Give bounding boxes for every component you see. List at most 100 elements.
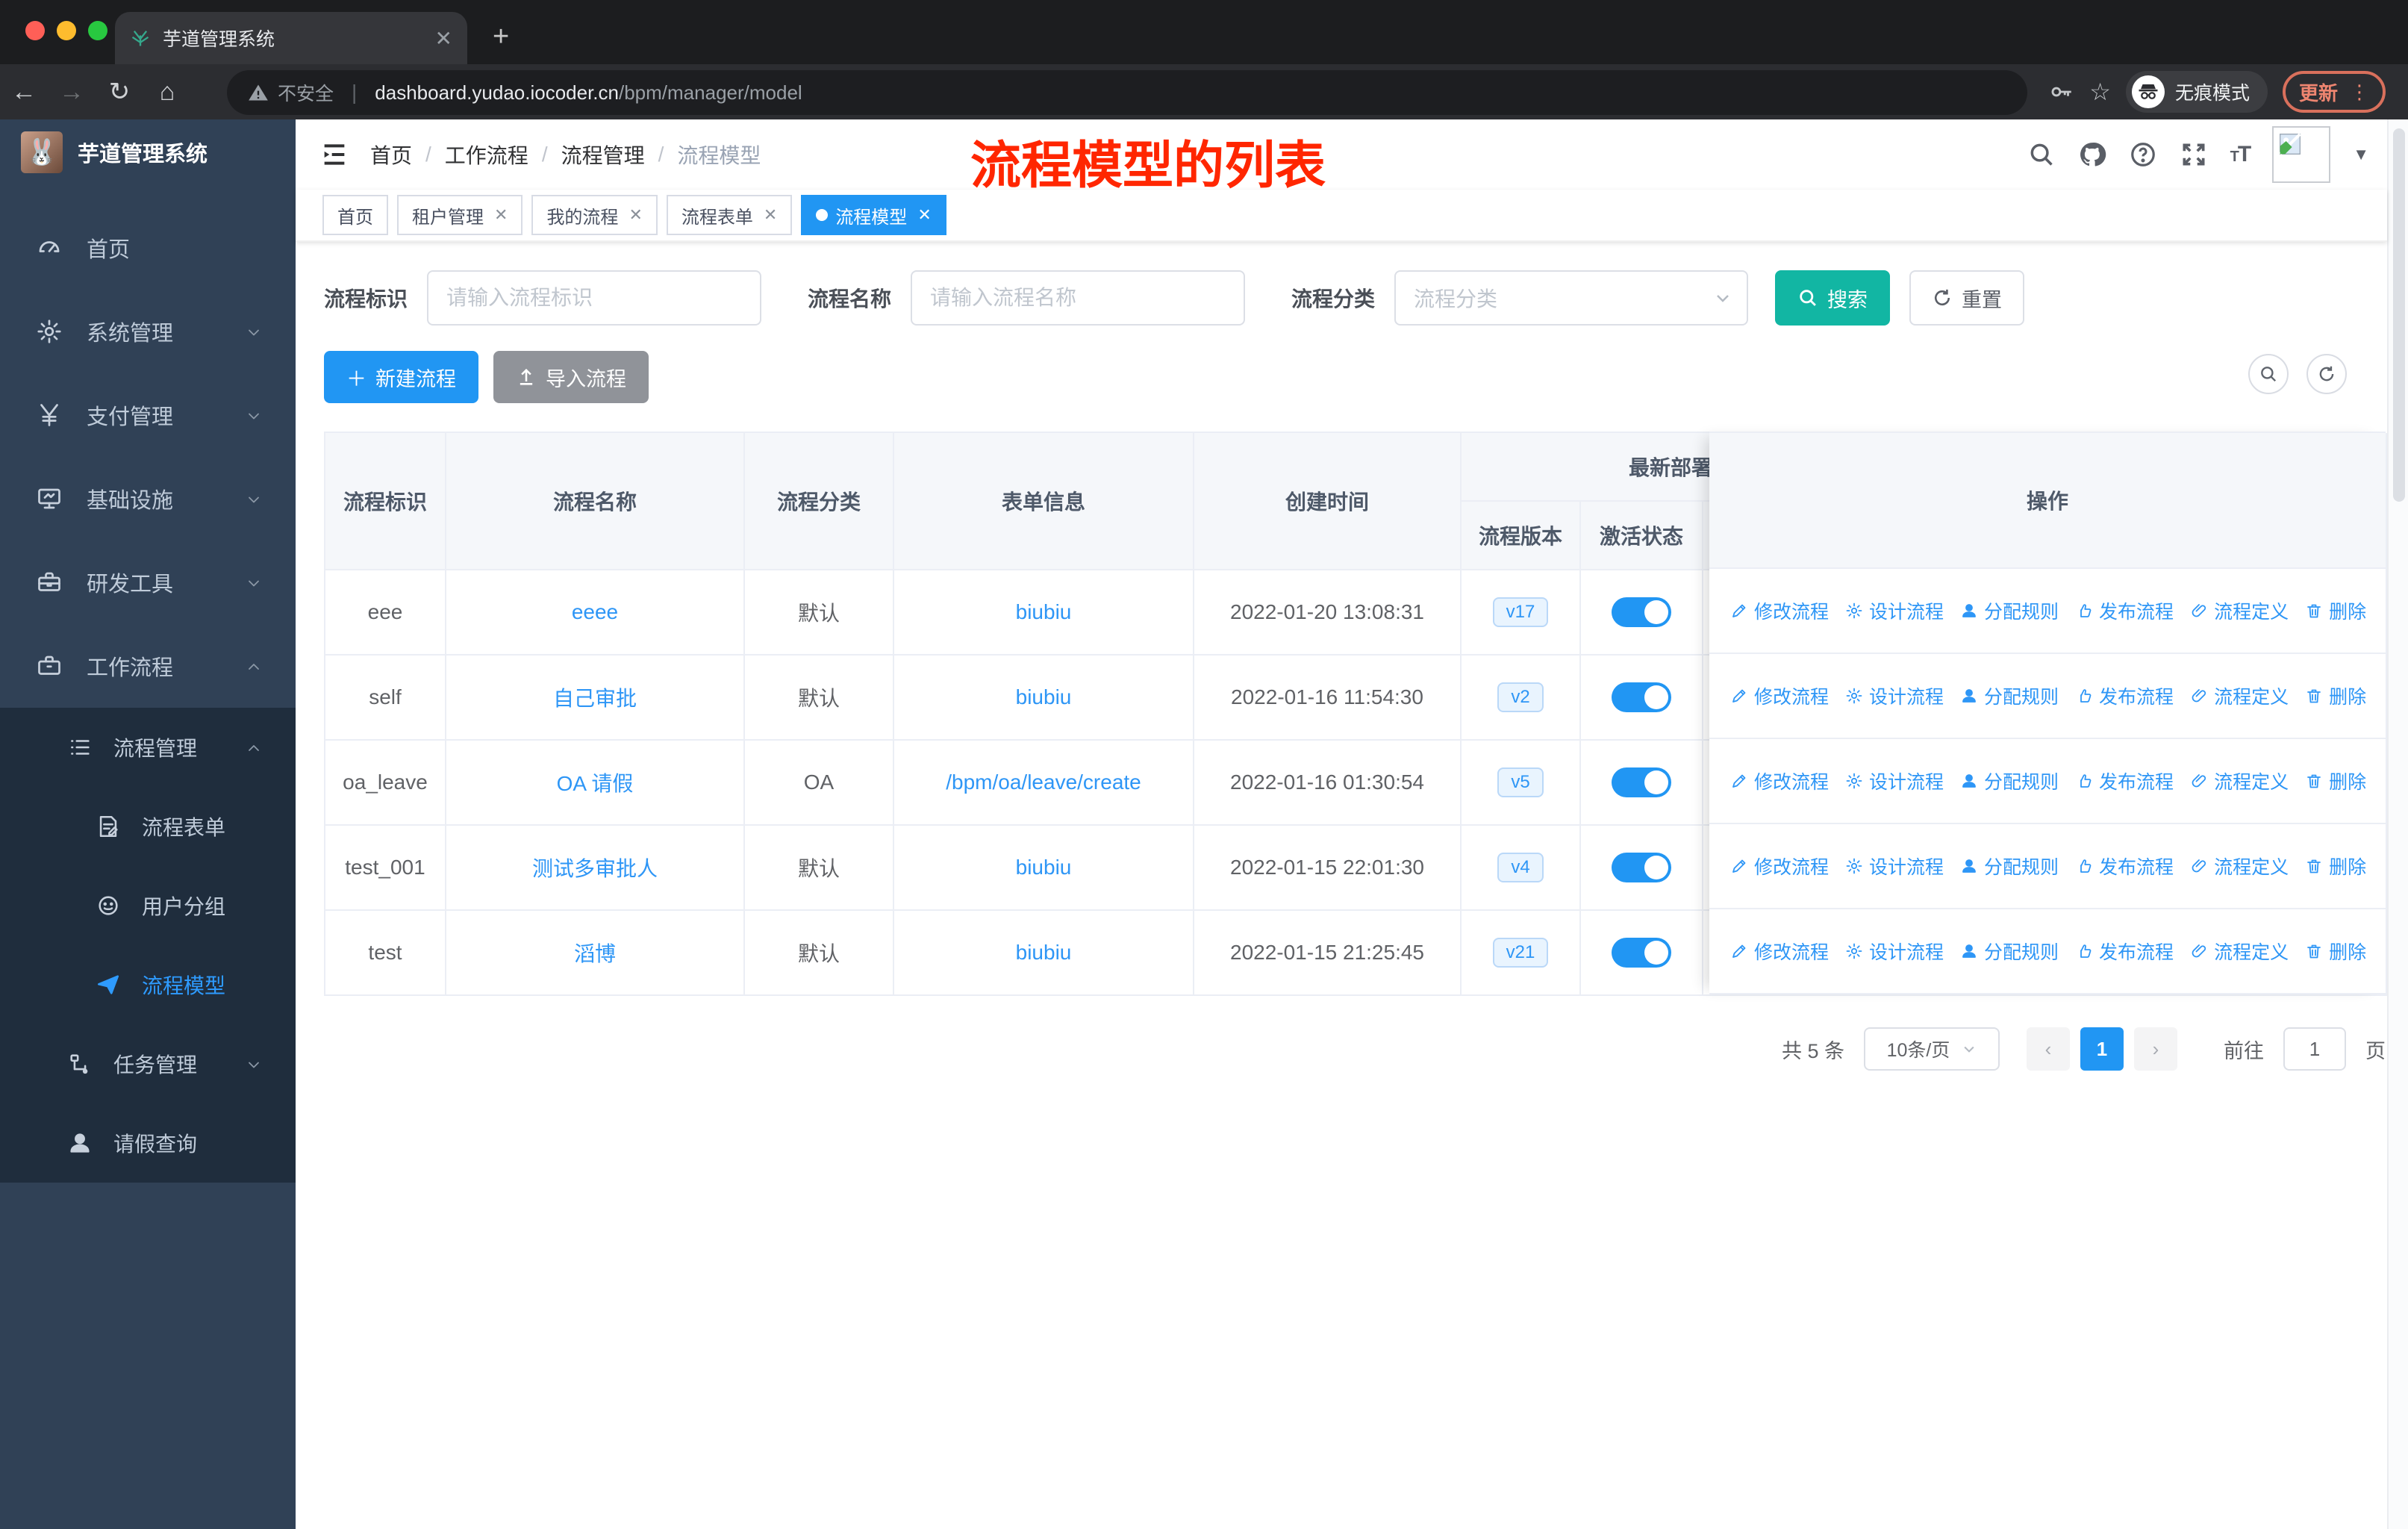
- form-info-link[interactable]: biubiu: [1016, 600, 1072, 624]
- version-badge[interactable]: v2: [1497, 682, 1544, 712]
- action-publish-link[interactable]: 发布流程: [2075, 938, 2174, 965]
- tag-close-icon[interactable]: ✕: [764, 205, 777, 225]
- filter-category-select[interactable]: 流程分类: [1394, 270, 1749, 326]
- page-scrollbar[interactable]: [2387, 119, 2408, 1529]
- tag-item[interactable]: 我的流程 ✕: [531, 195, 658, 235]
- process-name-link[interactable]: OA 请假: [557, 767, 634, 797]
- github-icon[interactable]: [2078, 140, 2106, 169]
- action-user-link[interactable]: 分配规则: [1960, 938, 2059, 965]
- action-link-link[interactable]: 流程定义: [2190, 853, 2289, 879]
- form-info-link[interactable]: biubiu: [1016, 685, 1072, 709]
- process-name-link[interactable]: 滔博: [574, 938, 616, 968]
- tag-item[interactable]: 租户管理 ✕: [397, 195, 523, 235]
- action-publish-link[interactable]: 发布流程: [2075, 853, 2174, 879]
- reload-button[interactable]: ↻: [96, 77, 143, 107]
- action-gear-link[interactable]: 设计流程: [1845, 682, 1944, 709]
- tag-item[interactable]: 首页: [322, 195, 388, 235]
- address-bar[interactable]: 不安全 | dashboard.yudao.iocoder.cn/bpm/man…: [227, 70, 2027, 115]
- action-trash-link[interactable]: 删除: [2305, 767, 2366, 794]
- maximize-window-button[interactable]: [88, 21, 107, 40]
- window-controls[interactable]: [25, 21, 107, 40]
- reset-button[interactable]: 重置: [1909, 270, 2025, 326]
- active-status-toggle[interactable]: [1612, 938, 1671, 968]
- back-button[interactable]: ←: [0, 78, 48, 107]
- sidebar-item-6[interactable]: 工作流程: [0, 624, 296, 708]
- browser-menu-icon[interactable]: ⋮: [2350, 81, 2369, 104]
- action-gear-link[interactable]: 设计流程: [1845, 767, 1944, 794]
- tag-active[interactable]: 流程模型 ✕: [801, 195, 946, 235]
- tag-item[interactable]: 流程表单 ✕: [666, 195, 793, 235]
- sidebar-item-4[interactable]: 基础设施: [0, 457, 296, 541]
- action-trash-link[interactable]: 删除: [2305, 938, 2366, 965]
- process-name-link[interactable]: 自己审批: [553, 682, 637, 712]
- sidebar-subitem-5[interactable]: 任务管理: [0, 1024, 296, 1103]
- action-link-link[interactable]: 流程定义: [2190, 938, 2289, 965]
- close-window-button[interactable]: [25, 21, 45, 40]
- show-search-button[interactable]: [2248, 354, 2289, 394]
- action-pencil-link[interactable]: 修改流程: [1730, 853, 1829, 879]
- search-button[interactable]: 搜索: [1775, 270, 1891, 326]
- active-status-toggle[interactable]: [1612, 597, 1671, 627]
- avatar[interactable]: [2272, 126, 2331, 183]
- action-pencil-link[interactable]: 修改流程: [1730, 767, 1829, 794]
- active-status-toggle[interactable]: [1612, 853, 1671, 882]
- sidebar-subitem-1[interactable]: 流程管理: [0, 708, 296, 787]
- sidebar-subitem-6[interactable]: 请假查询: [0, 1103, 296, 1183]
- import-process-button[interactable]: 导入流程: [493, 351, 649, 403]
- action-link-link[interactable]: 流程定义: [2190, 597, 2289, 624]
- action-publish-link[interactable]: 发布流程: [2075, 597, 2174, 624]
- action-pencil-link[interactable]: 修改流程: [1730, 682, 1829, 709]
- create-process-button[interactable]: ＋新建流程: [324, 351, 478, 403]
- font-size-icon[interactable]: TT: [2230, 142, 2252, 167]
- breadcrumb-item[interactable]: 首页: [370, 140, 412, 169]
- action-link-link[interactable]: 流程定义: [2190, 767, 2289, 794]
- breadcrumb-item[interactable]: 工作流程: [445, 140, 528, 169]
- action-pencil-link[interactable]: 修改流程: [1730, 597, 1829, 624]
- sidebar-item-5[interactable]: 研发工具: [0, 541, 296, 624]
- action-publish-link[interactable]: 发布流程: [2075, 767, 2174, 794]
- sidebar-subitem-3[interactable]: 用户分组: [0, 866, 296, 945]
- active-status-toggle[interactable]: [1612, 682, 1671, 712]
- action-trash-link[interactable]: 删除: [2305, 597, 2366, 624]
- form-info-link[interactable]: /bpm/oa/leave/create: [946, 770, 1141, 794]
- action-publish-link[interactable]: 发布流程: [2075, 682, 2174, 709]
- page-size-select[interactable]: 10条/页: [1864, 1027, 2000, 1071]
- form-info-link[interactable]: biubiu: [1016, 941, 1072, 965]
- forward-button[interactable]: →: [48, 78, 96, 107]
- action-gear-link[interactable]: 设计流程: [1845, 853, 1944, 879]
- fullscreen-icon[interactable]: [2180, 140, 2208, 169]
- scrollbar-thumb[interactable]: [2393, 128, 2405, 502]
- tag-close-icon[interactable]: ✕: [917, 205, 931, 225]
- action-user-link[interactable]: 分配规则: [1960, 767, 2059, 794]
- tag-close-icon[interactable]: ✕: [628, 205, 642, 225]
- tag-close-icon[interactable]: ✕: [494, 205, 508, 225]
- help-icon[interactable]: [2129, 140, 2157, 169]
- refresh-table-button[interactable]: [2306, 354, 2347, 394]
- version-badge[interactable]: v5: [1497, 767, 1544, 797]
- version-badge[interactable]: v4: [1497, 853, 1544, 882]
- filter-name-input[interactable]: [911, 270, 1246, 326]
- process-name-link[interactable]: 测试多审批人: [532, 853, 658, 882]
- goto-page-input[interactable]: [2283, 1027, 2346, 1071]
- action-user-link[interactable]: 分配规则: [1960, 597, 2059, 624]
- sidebar-subitem-4[interactable]: 流程模型: [0, 945, 296, 1024]
- page-1-button[interactable]: 1: [2080, 1027, 2124, 1071]
- active-status-toggle[interactable]: [1612, 767, 1671, 797]
- action-gear-link[interactable]: 设计流程: [1845, 938, 1944, 965]
- avatar-caret-icon[interactable]: ▼: [2353, 145, 2369, 164]
- next-page-button[interactable]: ›: [2134, 1027, 2177, 1071]
- sidebar-subitem-2[interactable]: 流程表单: [0, 787, 296, 866]
- sidebar-item-2[interactable]: 系统管理: [0, 290, 296, 373]
- filter-id-input[interactable]: [427, 270, 762, 326]
- home-button[interactable]: ⌂: [143, 78, 191, 107]
- collapse-sidebar-icon[interactable]: [319, 140, 349, 169]
- form-info-link[interactable]: biubiu: [1016, 856, 1072, 879]
- browser-tab[interactable]: 芋道管理系统 ✕: [115, 12, 467, 64]
- action-link-link[interactable]: 流程定义: [2190, 682, 2289, 709]
- breadcrumb-item[interactable]: 流程管理: [561, 140, 645, 169]
- bookmark-star-icon[interactable]: ☆: [2089, 78, 2111, 106]
- action-gear-link[interactable]: 设计流程: [1845, 597, 1944, 624]
- minimize-window-button[interactable]: [57, 21, 76, 40]
- action-trash-link[interactable]: 删除: [2305, 682, 2366, 709]
- action-user-link[interactable]: 分配规则: [1960, 853, 2059, 879]
